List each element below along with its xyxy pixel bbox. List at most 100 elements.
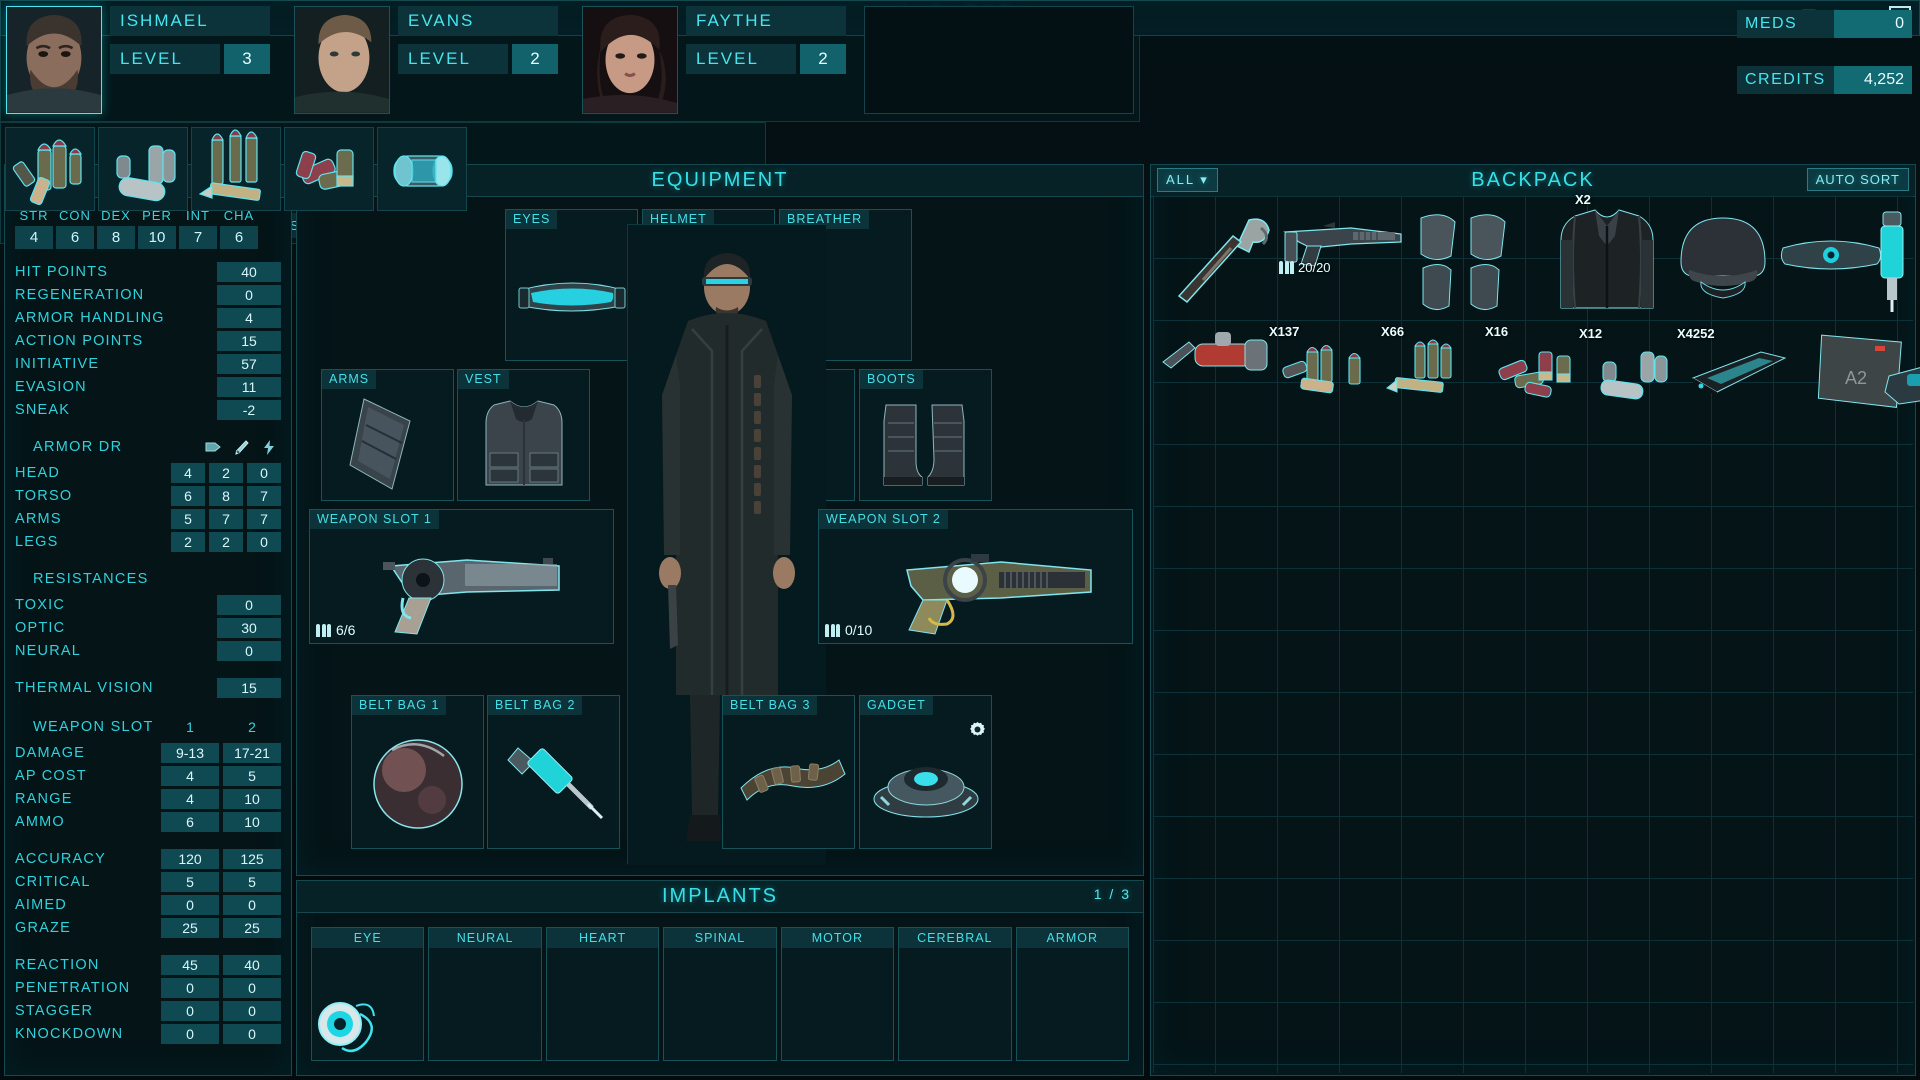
stat-value: 57 xyxy=(217,354,281,374)
party-member-0[interactable]: ISHMAEL LEVEL 3 xyxy=(6,6,270,114)
meds-row[interactable]: MEDS 0 xyxy=(1737,10,1912,38)
grenade-item-icon xyxy=(364,728,472,836)
party-member-2[interactable]: FAYTHE LEVEL 2 xyxy=(582,6,846,114)
attribute-dex[interactable]: DEX 8 xyxy=(97,208,135,249)
backpack-item-qty: X66 xyxy=(1381,324,1404,339)
vest-item-icon xyxy=(476,397,572,493)
weapon-stat-label: ACCURACY xyxy=(15,851,157,867)
backpack-item-ammo-text: 20/20 xyxy=(1298,260,1331,275)
backpack-item-shells-ammo[interactable]: X16 xyxy=(1491,346,1591,402)
backpack-item-smg[interactable]: 20/20 xyxy=(1281,216,1403,276)
backpack-item-9mm-ammo[interactable]: X137 xyxy=(1277,342,1377,402)
equip-slot-weapon-2[interactable]: WEAPON SLOT 2 0/10 xyxy=(818,509,1133,644)
armor-dr-header: ARMOR DR xyxy=(15,435,281,459)
helmet-item-icon xyxy=(1671,210,1775,310)
armor-dr-value: 8 xyxy=(209,486,243,506)
auto-sort-button[interactable]: AUTO SORT xyxy=(1807,168,1909,191)
backpack-item-556-ammo[interactable]: X66 xyxy=(1385,342,1485,402)
weapon-stat-ap-cost: AP COST 4 5 xyxy=(15,765,281,787)
resistances-header: RESISTANCES xyxy=(15,567,281,591)
party-member-info: ISHMAEL LEVEL 3 xyxy=(110,6,270,114)
equip-slot-eyes[interactable]: EYES xyxy=(505,209,638,361)
inventory-screen: INVENTORY X xyxy=(0,0,1920,1080)
weapon-stat-aimed: AIMED 0 0 xyxy=(15,894,281,916)
meds-value: 0 xyxy=(1834,10,1912,38)
attribute-int[interactable]: INT 7 xyxy=(179,208,217,249)
attribute-value: 4 xyxy=(15,226,53,249)
implant-slot-motor[interactable]: MOTOR xyxy=(781,927,894,1061)
equip-slot-weapon-1[interactable]: WEAPON SLOT 1 6/6 xyxy=(309,509,614,644)
thermal-vision-row: THERMAL VISION 15 xyxy=(15,677,281,699)
weapon-stat-reaction: REACTION 45 40 xyxy=(15,954,281,976)
equipment-panel: EQUIPMENT EYES HELMET xyxy=(296,164,1144,876)
implant-slot-spinal[interactable]: SPINAL xyxy=(663,927,776,1061)
weapon-stat-range: RANGE 4 10 xyxy=(15,788,281,810)
avatar xyxy=(6,6,102,114)
weapon-stat-value: 125 xyxy=(223,849,281,869)
implant-slot-cerebral[interactable]: CEREBRAL xyxy=(898,927,1011,1061)
equip-slot-boots[interactable]: BOOTS xyxy=(859,369,992,501)
stat-value: 15 xyxy=(217,331,281,351)
implant-slot-heart[interactable]: HEART xyxy=(546,927,659,1061)
backpack-filter-dropdown[interactable]: ALL ▾ xyxy=(1157,168,1218,192)
stat-row-action-points: ACTION POINTS 15 xyxy=(15,330,281,352)
armor-dr-value: 7 xyxy=(209,509,243,529)
backpack-item-gadget-device[interactable] xyxy=(1881,356,1920,410)
party-member-level-label: LEVEL xyxy=(398,44,508,74)
attribute-con[interactable]: CON 6 xyxy=(56,208,94,249)
backpack-item-helmet[interactable] xyxy=(1671,210,1775,310)
weapon-slot-header: WEAPON SLOT 1 2 xyxy=(15,715,281,739)
attribute-per[interactable]: PER 10 xyxy=(138,208,176,249)
slot-label: VEST xyxy=(458,370,509,389)
weapon-stat-value: 0 xyxy=(161,1001,219,1021)
party-member-1[interactable]: EVANS LEVEL 2 xyxy=(294,6,558,114)
party-slot-empty[interactable] xyxy=(864,6,1134,114)
thermal-vision-label: THERMAL VISION xyxy=(15,680,217,696)
equip-slot-gadget[interactable]: GADGET xyxy=(859,695,992,849)
slot-label: ARMOR xyxy=(1017,928,1128,948)
slot-label: BELT BAG 3 xyxy=(723,696,817,715)
weapon-stat-value: 0 xyxy=(223,895,281,915)
equip-slot-vest[interactable]: VEST xyxy=(457,369,590,501)
attribute-cha[interactable]: CHA 6 xyxy=(220,208,258,249)
weapon-slot-col-1: 1 xyxy=(161,719,219,735)
weapon-stat-penetration: PENETRATION 0 0 xyxy=(15,977,281,999)
implant-slot-neural[interactable]: NEURAL xyxy=(428,927,541,1061)
equip-slot-arms[interactable]: ARMS xyxy=(321,369,454,501)
weapon-stat-graze: GRAZE 25 25 xyxy=(15,917,281,939)
backpack-item-45-ammo[interactable]: X12 xyxy=(1589,348,1685,404)
stat-label: ACTION POINTS xyxy=(15,333,217,349)
implant-slot-eye[interactable]: EYE xyxy=(311,927,424,1061)
implant-slot-armor[interactable]: ARMOR xyxy=(1016,927,1129,1061)
chevron-down-icon: ▾ xyxy=(1200,172,1209,187)
weapon-stat-value: 40 xyxy=(223,955,281,975)
weapon-stat-value: 0 xyxy=(223,1024,281,1044)
avatar xyxy=(582,6,678,114)
backpack-item-syringe[interactable] xyxy=(1867,206,1915,316)
backpack-item-qty: X2 xyxy=(1575,192,1591,207)
equip-slot-belt-bag-2[interactable]: BELT BAG 2 xyxy=(487,695,620,849)
implants-panel: IMPLANTS 1 / 3 EYE NEURAL HEART xyxy=(296,880,1144,1076)
equip-slot-belt-bag-1[interactable]: BELT BAG 1 xyxy=(351,695,484,849)
backpack-item-qty: X4252 xyxy=(1677,326,1715,341)
backpack-title: BACKPACK xyxy=(1471,169,1594,191)
shotgun-shells-item-icon xyxy=(1491,346,1591,402)
slot-content xyxy=(860,389,991,500)
armor-dr-value: 0 xyxy=(247,532,281,552)
weapon-2-ammo-text: 0/10 xyxy=(845,622,872,638)
party-member-name: EVANS xyxy=(398,6,558,36)
slot-label: MOTOR xyxy=(782,928,893,948)
backpack-item-red-tool[interactable] xyxy=(1159,322,1279,392)
backpack-item-credit-chip[interactable]: X4252 xyxy=(1687,348,1791,400)
backpack-item-leather-jacket[interactable]: X2 xyxy=(1549,206,1665,316)
backpack-item-hammer[interactable] xyxy=(1175,210,1283,314)
stat-row-regeneration: REGENERATION 0 xyxy=(15,284,281,306)
equip-slot-belt-bag-3[interactable]: BELT BAG 3 xyxy=(722,695,855,849)
leather-jacket-item-icon xyxy=(1549,206,1665,316)
backpack-panel: BACKPACK ALL ▾ AUTO SORT xyxy=(1150,164,1916,1076)
attribute-str[interactable]: STR 4 xyxy=(15,208,53,249)
stats-panel: STATS STR 4 CON 6 DEX 8 PER 10 xyxy=(4,164,292,1076)
backpack-item-armor-pads[interactable] xyxy=(1415,208,1527,316)
attribute-value: 6 xyxy=(220,226,258,249)
backpack-item-qty: X16 xyxy=(1485,324,1508,339)
